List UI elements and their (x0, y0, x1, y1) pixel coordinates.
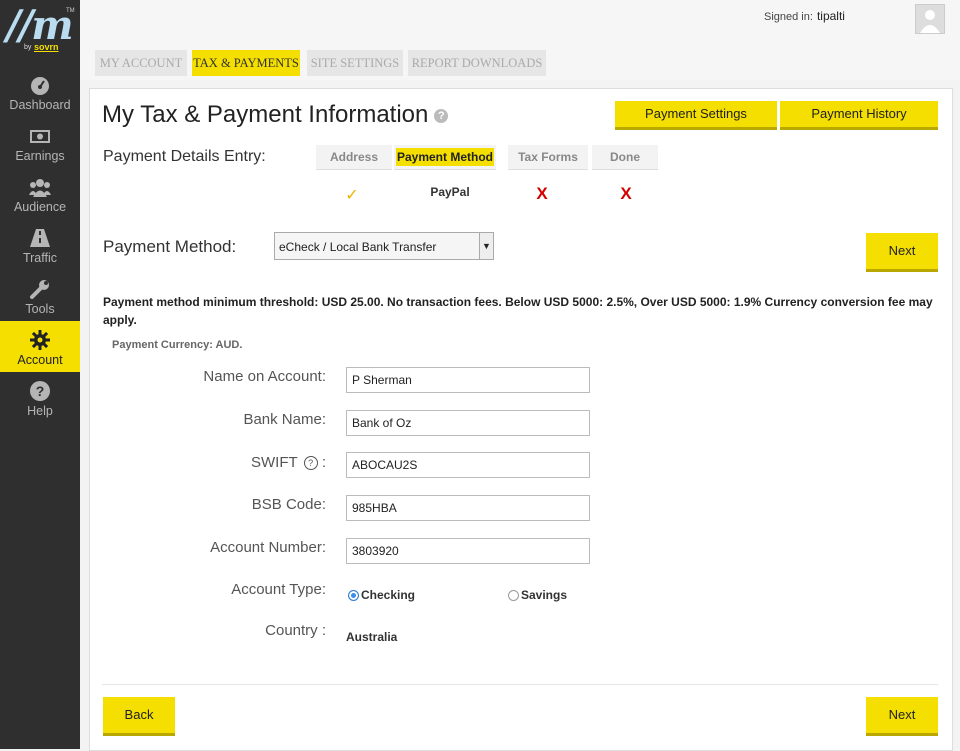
name-on-account-input[interactable] (346, 367, 590, 393)
payment-method-selected: eCheck / Local Bank Transfer (279, 240, 437, 254)
payment-details-entry-label: Payment Details Entry: (103, 148, 266, 165)
threshold-note: Payment method minimum threshold: USD 25… (103, 295, 933, 327)
bank-name-input[interactable] (346, 410, 590, 436)
account-number-input[interactable] (346, 538, 590, 564)
swift-help-icon[interactable]: ? (303, 456, 318, 470)
next-button-bottom[interactable]: Next (866, 697, 938, 733)
page-title-text: My Tax & Payment Information (102, 101, 429, 128)
tab-report-downloads[interactable]: REPORT DOWNLOADS (408, 50, 546, 76)
sidebar-item-label: Tools (25, 302, 55, 316)
money-icon (30, 130, 50, 143)
bank-name-label: Bank Name: (243, 411, 326, 428)
sidebar-item-tools[interactable]: Tools (0, 270, 80, 321)
dashboard-icon (31, 77, 49, 95)
sovrn-logo[interactable]: //m TM by sovrn (0, 0, 80, 62)
help-icon[interactable]: ? (434, 108, 449, 123)
sidebar-item-label: Earnings (15, 149, 65, 163)
user-avatar-icon (920, 10, 940, 33)
step-address-check-icon: ✓ (345, 187, 359, 204)
bsb-code-label: BSB Code: (251, 496, 326, 513)
payment-method-label: Payment Method: (103, 237, 237, 256)
payment-history-button[interactable]: Payment History (780, 101, 938, 127)
payment-currency: Payment Currency: AUD. (112, 339, 243, 351)
signed-in-label: Signed in: (764, 11, 813, 23)
wrench-icon (30, 280, 49, 299)
svg-text:?: ? (36, 383, 45, 399)
road-icon (30, 229, 50, 247)
sidebar: //m TM by sovrn Dashboard Earnings Audie… (0, 0, 80, 749)
country-label: Country : (265, 622, 326, 639)
account-number-label: Account Number: (210, 539, 326, 556)
sidebar-item-label: Audience (13, 200, 67, 214)
sidebar-item-dashboard[interactable]: Dashboard (0, 66, 80, 117)
country-value: Australia (346, 630, 398, 644)
sidebar-item-earnings[interactable]: Earnings (0, 117, 80, 168)
logo-by: by (24, 44, 32, 51)
sidebar-item-label: Dashboard (9, 98, 71, 112)
avatar[interactable] (915, 4, 945, 34)
sidebar-item-label: Help (27, 404, 53, 418)
step-address: Address (316, 145, 392, 170)
users-icon (29, 179, 51, 197)
payment-method-select[interactable]: eCheck / Local Bank Transfer ▼ (274, 232, 494, 260)
account-type-label: Account Type: (231, 581, 326, 598)
tab-site-settings[interactable]: SITE SETTINGS (307, 50, 403, 76)
radio-checked-icon (348, 590, 359, 601)
next-button-top[interactable]: Next (866, 233, 938, 269)
bsb-code-input[interactable] (346, 495, 590, 521)
gear-icon (30, 330, 50, 350)
account-type-savings-radio[interactable]: Savings (508, 588, 567, 602)
step-tax-forms: Tax Forms (508, 145, 588, 170)
main-panel: My Tax & Payment Information? Payment Se… (89, 88, 953, 751)
payment-settings-button[interactable]: Payment Settings (615, 101, 777, 127)
step-payment-method: Payment Method (394, 145, 496, 170)
logo-brand: sovrn (34, 42, 59, 52)
step-done: Done (592, 145, 658, 170)
signed-in-user[interactable]: tipalti (817, 9, 845, 23)
logo-tm: TM (66, 8, 75, 14)
chevron-down-icon: ▼ (479, 233, 493, 259)
sidebar-item-label: Account (17, 353, 63, 367)
step-done-x-icon: X (620, 184, 632, 203)
sidebar-item-audience[interactable]: Audience (0, 168, 80, 219)
signed-in: Signed in: tipalti (764, 9, 845, 23)
sidebar-item-help[interactable]: ? Help (0, 372, 80, 423)
help-icon: ? (30, 381, 50, 401)
name-on-account-label: Name on Account: (203, 368, 326, 385)
back-button[interactable]: Back (103, 697, 175, 733)
page-title: My Tax & Payment Information? (102, 101, 449, 129)
step-payment-method-value: PayPal (430, 185, 470, 199)
sidebar-item-traffic[interactable]: Traffic (0, 219, 80, 270)
account-type-checking-radio[interactable]: Checking (348, 588, 415, 602)
sidebar-item-account[interactable]: Account (0, 321, 80, 372)
divider (102, 684, 938, 685)
step-tax-forms-x-icon: X (536, 184, 548, 203)
swift-label: SWIFT? : (251, 454, 326, 471)
tab-tax-payments[interactable]: TAX & PAYMENTS (192, 50, 300, 76)
swift-input[interactable] (346, 452, 590, 478)
radio-unchecked-icon (508, 590, 519, 601)
sidebar-item-label: Traffic (22, 251, 58, 265)
tab-my-account[interactable]: MY ACCOUNT (95, 50, 187, 76)
